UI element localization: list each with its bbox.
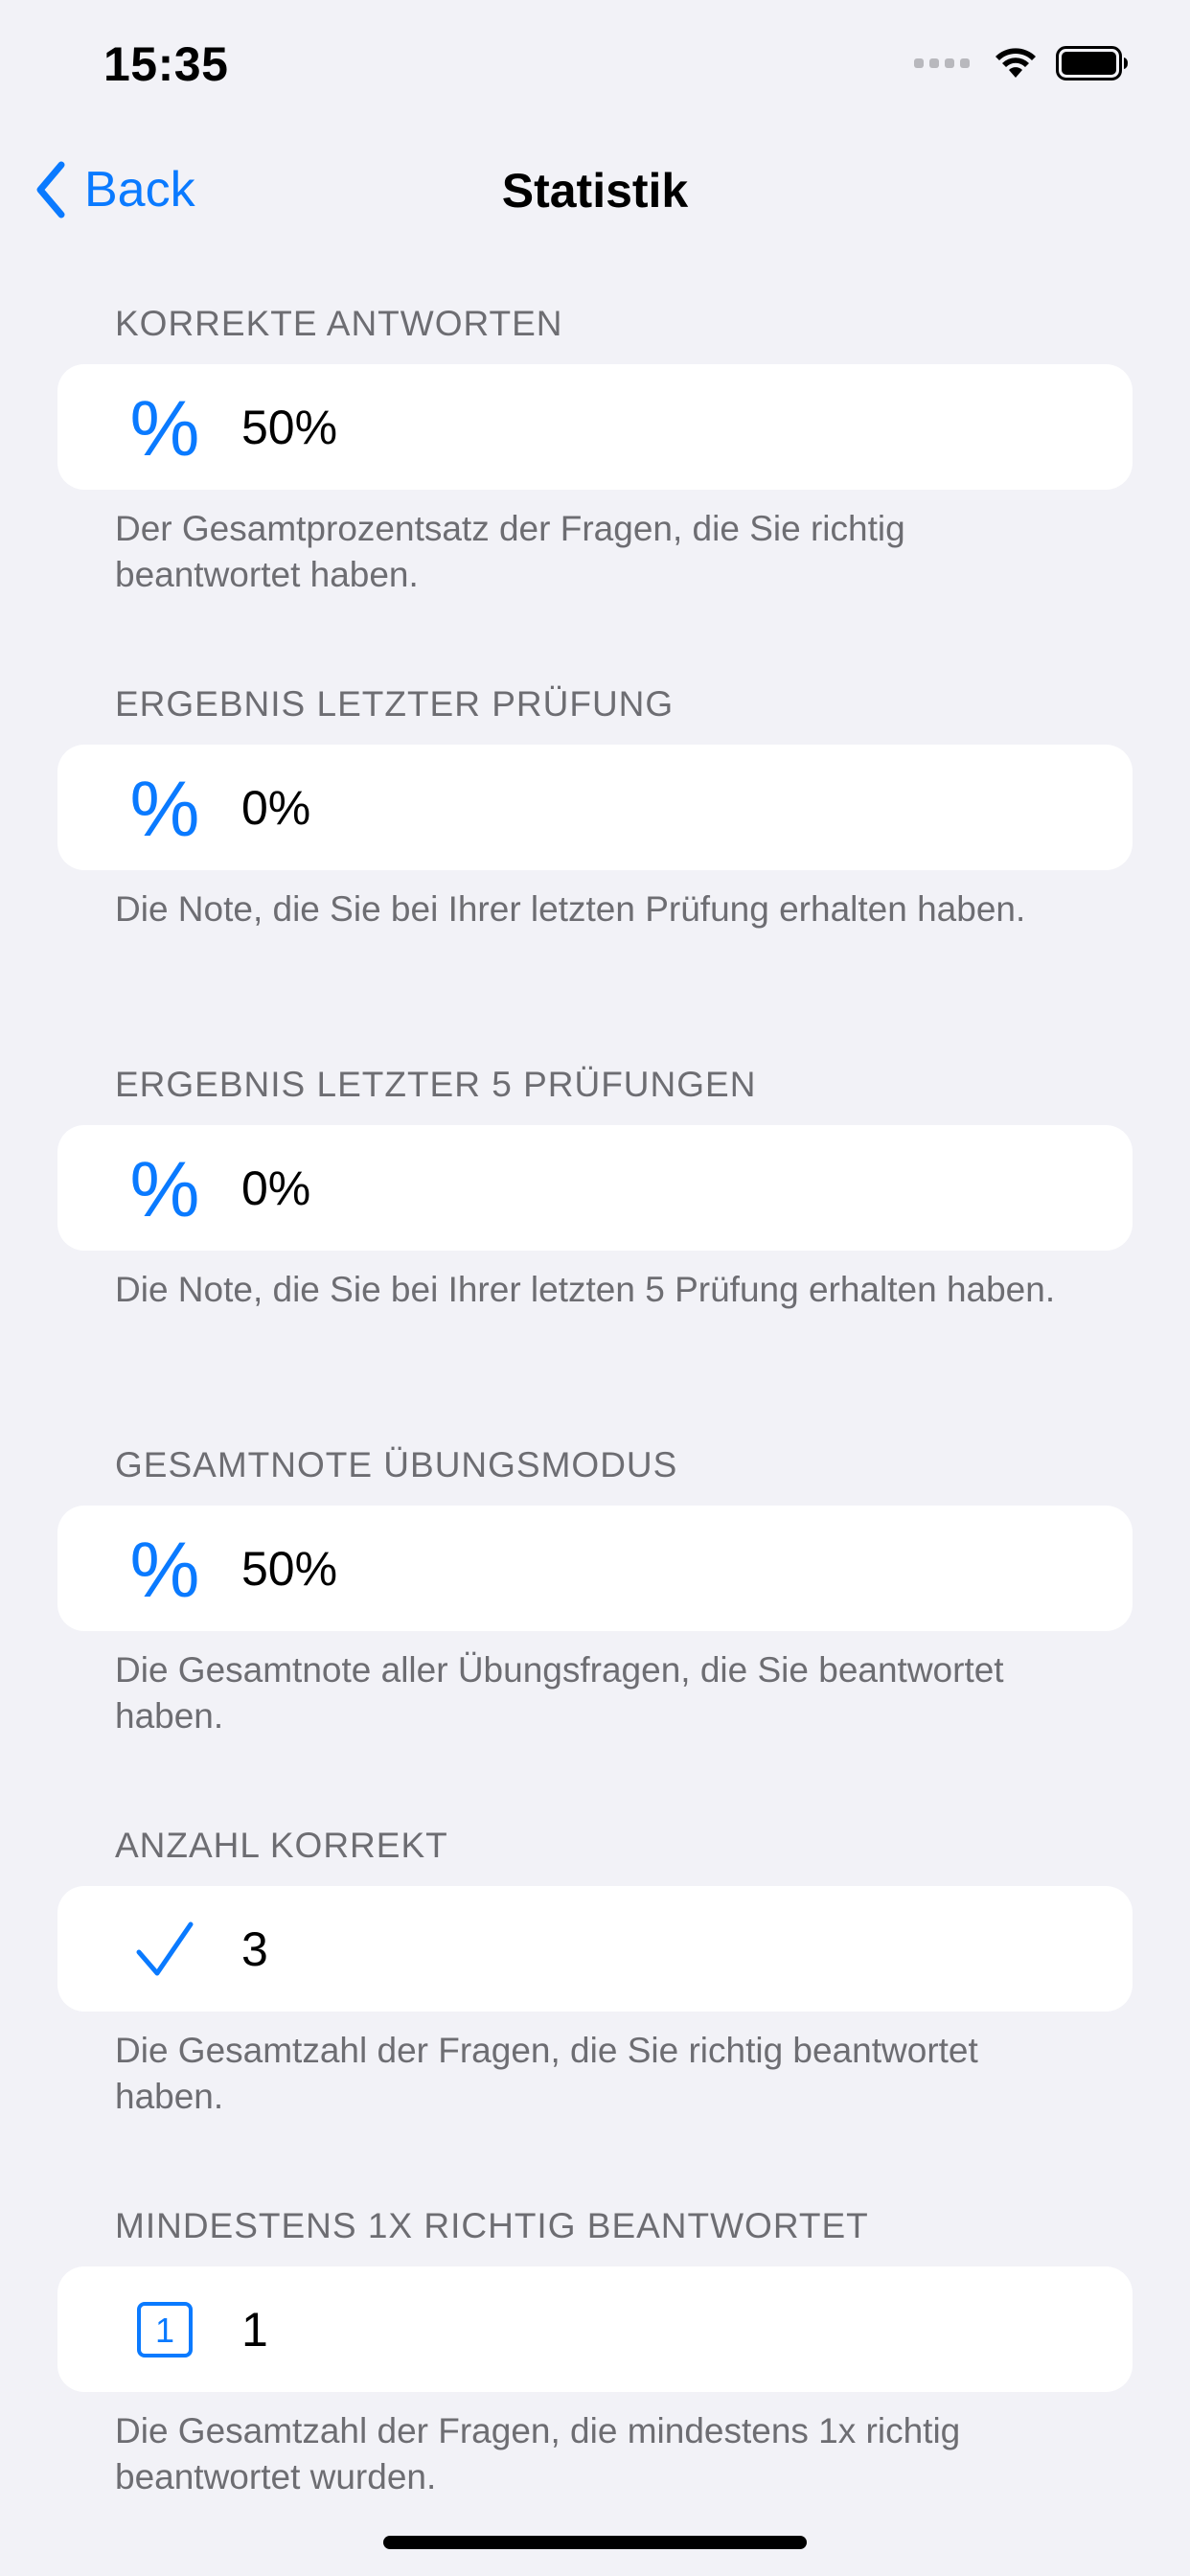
section-header: ERGEBNIS LETZTER 5 PRÜFUNGEN (115, 1065, 757, 1104)
percent-icon: % (129, 385, 200, 472)
stat-value: 50% (241, 401, 338, 454)
navigation-bar: Back Statistik (0, 126, 1190, 253)
section-footer: Die Note, die Sie bei Ihrer letzten 5 Pr… (115, 1270, 1056, 1309)
section-footer: Die Gesamtzahl der Fragen, die mindesten… (115, 2411, 961, 2496)
signal-dots-icon (914, 58, 970, 68)
stat-card: % 50% (57, 1506, 1133, 1631)
stat-card: % 50% (57, 364, 1133, 490)
page-title: Statistik (501, 164, 689, 218)
home-indicator[interactable] (383, 2536, 807, 2549)
stat-card: 3 (57, 1886, 1133, 2012)
status-icons (914, 46, 1129, 80)
section-header: ERGEBNIS LETZTER PRÜFUNG (115, 684, 675, 724)
statistics-screen: 15:35 Back Statistik KORREKTE ANTWORTEN … (0, 0, 1190, 2576)
section-footer: Der Gesamtprozentsatz der Fragen, die Si… (115, 509, 905, 594)
battery-icon (1056, 46, 1128, 80)
stat-card: % 0% (57, 1125, 1133, 1251)
percent-icon: % (129, 766, 200, 853)
stat-value: 0% (241, 781, 311, 835)
checkmark-icon (123, 1913, 207, 1986)
section-header: KORREKTE ANTWORTEN (115, 304, 563, 343)
section-footer: Die Gesamtzahl der Fragen, die Sie richt… (115, 2031, 978, 2116)
stat-value: 3 (241, 1922, 268, 1976)
stat-card: 1 1 (57, 2266, 1133, 2392)
section-footer: Die Gesamtnote aller Übungsfragen, die S… (115, 1650, 1004, 1736)
svg-text:1: 1 (155, 2311, 174, 2350)
stat-value: 50% (241, 1542, 338, 1596)
status-time: 15:35 (103, 37, 229, 91)
percent-icon: % (129, 1527, 200, 1614)
section-header: MINDESTENS 1X RICHTIG BEANTWORTET (115, 2206, 869, 2245)
section-header: ANZAHL KORREKT (115, 1826, 448, 1865)
number-one-square-icon: 1 (123, 2293, 207, 2366)
percent-icon: % (129, 1146, 200, 1233)
stat-value: 1 (241, 2303, 268, 2357)
section-header: GESAMTNOTE ÜBUNGSMODUS (115, 1445, 678, 1484)
wifi-icon (995, 48, 1036, 78)
stat-card: % 0% (57, 745, 1133, 870)
section-footer: Die Note, die Sie bei Ihrer letzten Prüf… (115, 889, 1026, 929)
status-bar: 15:35 (0, 0, 1190, 126)
stat-value: 0% (241, 1162, 311, 1215)
